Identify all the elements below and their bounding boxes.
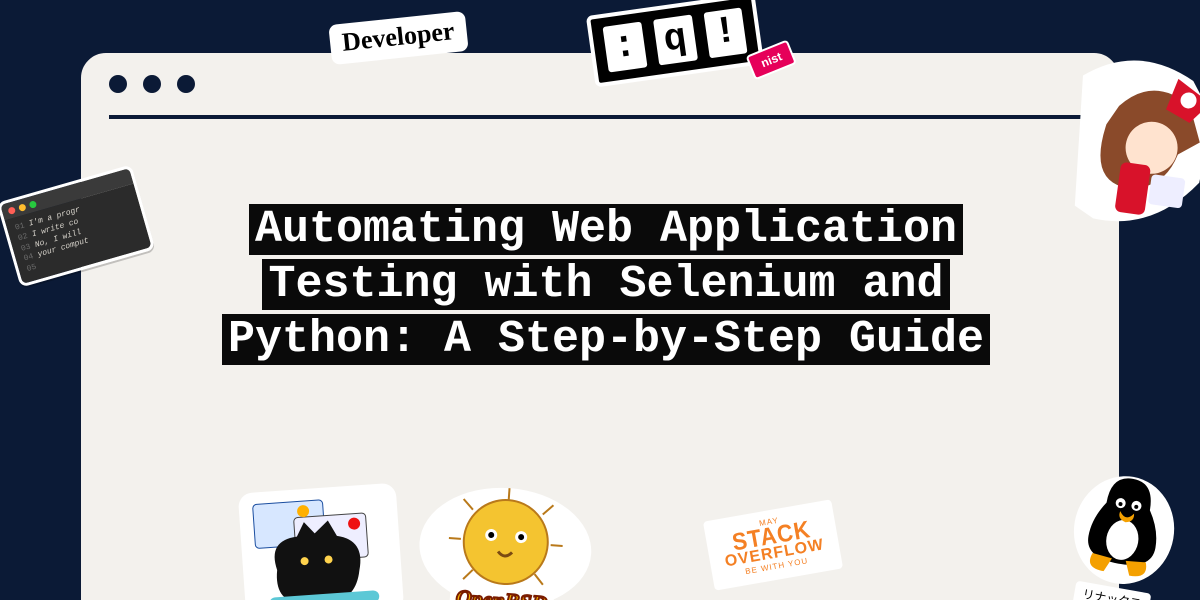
window-dot — [177, 75, 195, 93]
bang-key-icon: ! — [700, 4, 752, 61]
colon-key-icon: : — [599, 18, 651, 75]
window-divider — [109, 115, 1091, 119]
window-dot — [143, 75, 161, 93]
openbsd-puffy-icon — [405, 472, 605, 600]
window-dot — [109, 75, 127, 93]
anime-girl-sticker — [1052, 44, 1200, 243]
linux-tux-sticker: リナックス — [1057, 458, 1190, 600]
openbsd-sticker: OpenBSD — [405, 472, 605, 600]
article-title: Automating Web Application Testing with … — [171, 203, 1041, 368]
article-title-text: Automating Web Application Testing with … — [222, 204, 990, 365]
developer-sticker-text: Developer — [341, 16, 456, 57]
q-key-icon: q — [649, 11, 701, 68]
cat-error-sticker — [231, 476, 410, 600]
anime-girl-icon — [1052, 44, 1200, 243]
tux-icon — [1060, 458, 1189, 595]
cat-error-icon — [231, 476, 410, 600]
